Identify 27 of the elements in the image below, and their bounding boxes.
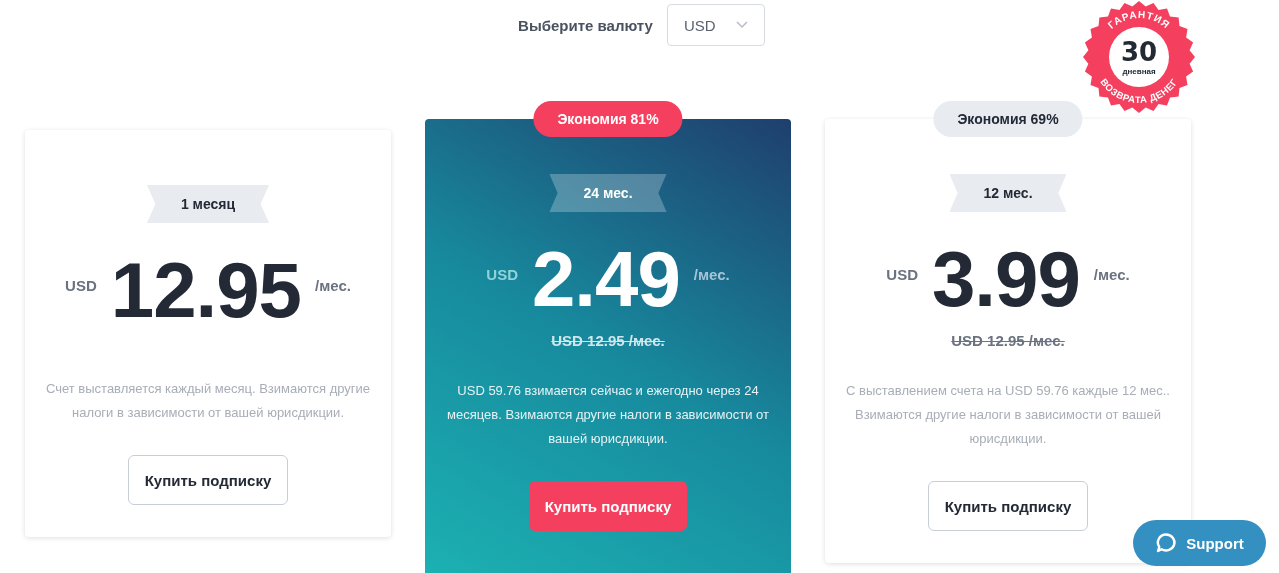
period-ribbon: 12 мес. — [949, 174, 1067, 212]
savings-badge: Экономия 69% — [933, 101, 1083, 137]
price-period: /мес. — [1093, 265, 1130, 283]
price-currency: USD — [65, 276, 97, 294]
period-ribbon: 24 мес. — [549, 174, 667, 212]
billing-note: С выставлением счета на USD 59.76 каждые 12 мес.. Взимаются другие налоги в зависимости от вашей юрисдикции. — [845, 382, 1171, 448]
buy-button[interactable]: Купить подписку — [528, 481, 688, 531]
buy-button[interactable]: Купить подписку — [927, 481, 1089, 531]
price-period: /мес. — [693, 265, 730, 283]
support-button[interactable]: Support — [1133, 520, 1266, 566]
old-price: USD 12.95 /мес. — [951, 332, 1065, 349]
chat-bubble-icon — [1155, 532, 1178, 554]
price-currency: USD — [486, 265, 518, 283]
price-currency: USD — [886, 265, 918, 283]
period-ribbon: 1 месяц — [146, 185, 270, 223]
price: 12.95 — [110, 251, 301, 329]
savings-badge: Экономия 81% — [533, 101, 683, 137]
price: 2.49 — [531, 240, 680, 318]
chevron-down-icon — [735, 21, 748, 29]
price: 3.99 — [931, 240, 1080, 318]
currency-label: Выберите валюту — [518, 16, 653, 34]
billing-note: USD 59.76 взимается сейчас и ежегодно через 24 месяцев. Взимаются другие налоги в зависимости от вашей юрисдикции. — [446, 382, 770, 448]
price-period: /мес. — [314, 276, 351, 294]
currency-select[interactable]: USD — [666, 4, 765, 46]
billing-note: Счет выставляется каждый месяц. Взимаются другие налоги в зависимости от вашей юрисдикции. — [44, 380, 372, 422]
old-price: USD 12.95 /мес. — [551, 332, 665, 349]
buy-button[interactable]: Купить подписку — [127, 455, 289, 505]
